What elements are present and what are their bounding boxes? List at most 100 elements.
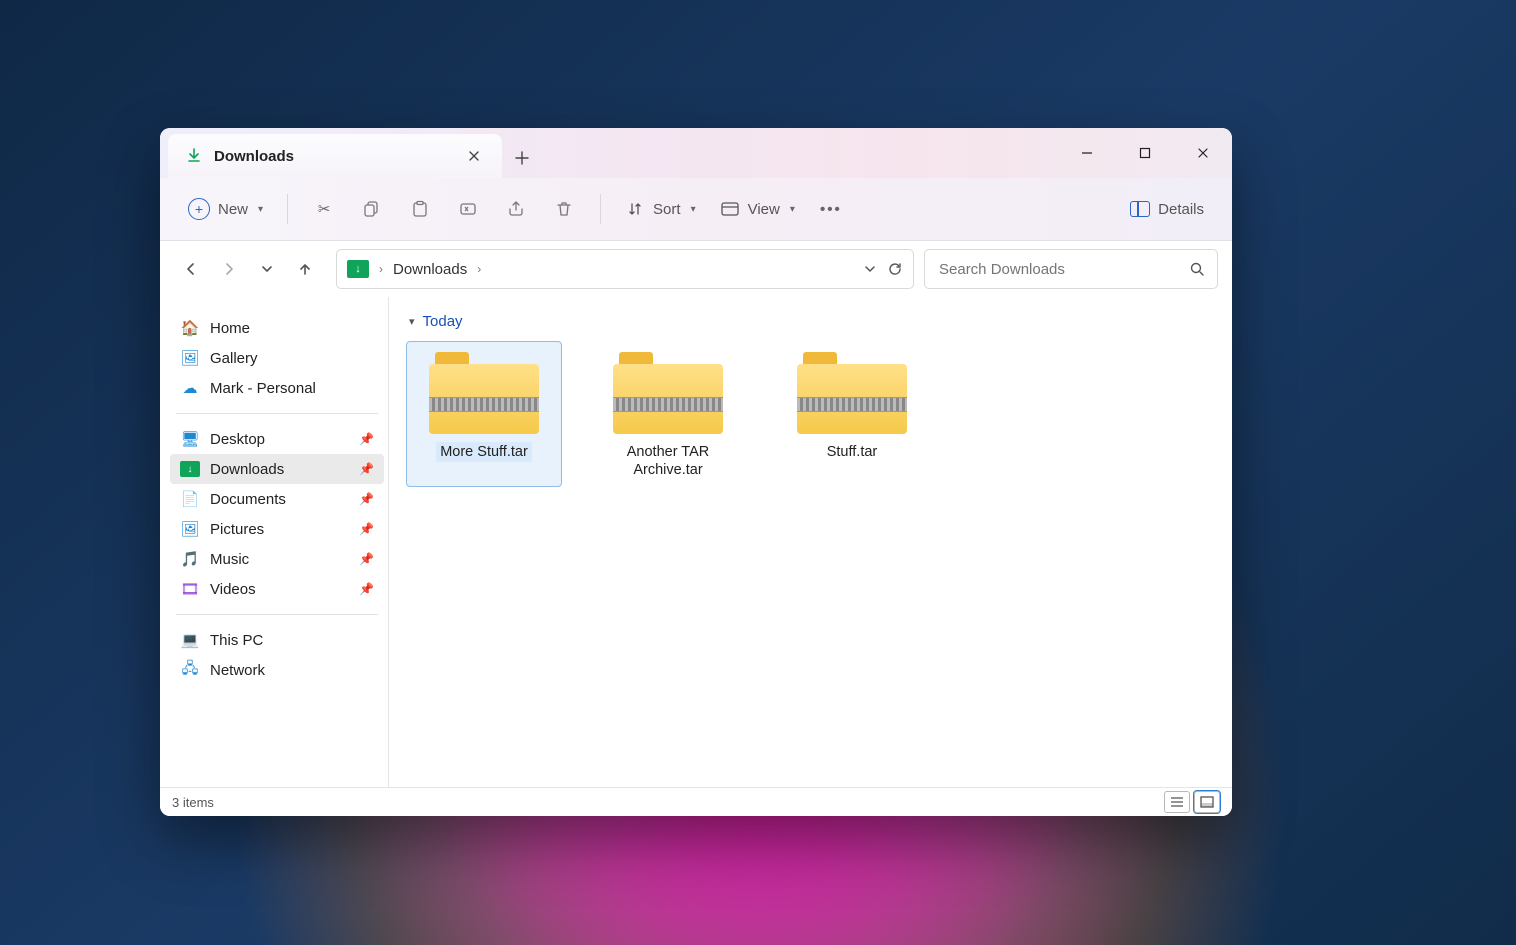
sort-button[interactable]: Sort ▾: [615, 193, 706, 225]
up-button[interactable]: [288, 252, 322, 286]
tab-close-button[interactable]: [462, 144, 486, 168]
gallery-icon: 🖼: [180, 348, 200, 368]
sidebar-item-label: Documents: [210, 491, 286, 508]
file-name: Another TAR Archive.tar: [595, 442, 741, 480]
address-bar[interactable]: ↓ › Downloads ›: [336, 249, 914, 289]
scissors-icon: ✂: [314, 199, 334, 219]
copy-icon: [362, 199, 382, 219]
delete-button[interactable]: [542, 193, 586, 225]
chevron-down-icon: ▾: [691, 204, 696, 215]
sidebar-item-onedrive[interactable]: ☁ Mark - Personal: [170, 373, 384, 403]
view-icon: [720, 199, 740, 219]
view-button[interactable]: View ▾: [710, 193, 805, 225]
window-controls: [1058, 128, 1232, 178]
explorer-body: 🏠 Home 🖼 Gallery ☁ Mark - Personal 🖥 Des…: [160, 297, 1232, 787]
sidebar-item-label: Desktop: [210, 431, 265, 448]
pin-icon: 📌: [359, 432, 374, 446]
address-row: ↓ › Downloads ›: [160, 241, 1232, 297]
view-mode-toggle: [1164, 791, 1220, 813]
sidebar-item-label: Pictures: [210, 521, 264, 538]
cut-button[interactable]: ✂: [302, 193, 346, 225]
search-box[interactable]: [924, 249, 1218, 289]
sidebar-item-this-pc[interactable]: 💻 This PC: [170, 625, 384, 655]
sidebar-item-gallery[interactable]: 🖼 Gallery: [170, 343, 384, 373]
desktop-icon: 🖥: [180, 429, 200, 449]
sidebar-item-label: This PC: [210, 632, 263, 649]
titlebar: Downloads: [160, 128, 1232, 178]
content-area[interactable]: ▾ Today More Stuff.tar Another TAR Archi…: [389, 297, 1232, 787]
rename-icon: [458, 199, 478, 219]
sidebar-item-label: Network: [210, 662, 265, 679]
sidebar-item-label: Home: [210, 320, 250, 337]
back-button[interactable]: [174, 252, 208, 286]
new-tab-button[interactable]: [502, 138, 542, 178]
copy-button[interactable]: [350, 193, 394, 225]
file-item[interactable]: More Stuff.tar: [407, 342, 561, 486]
sidebar-item-label: Downloads: [210, 461, 284, 478]
search-input[interactable]: [937, 260, 1189, 279]
address-history-button[interactable]: [863, 262, 877, 276]
sidebar-item-label: Music: [210, 551, 249, 568]
downloads-folder-icon: ↓: [347, 260, 369, 278]
toolbar: + New ▾ ✂ Sort ▾ View ▾ ••• Details: [160, 178, 1232, 241]
pin-icon: 📌: [359, 582, 374, 596]
chevron-down-icon: ▾: [409, 315, 415, 328]
sidebar-item-desktop[interactable]: 🖥 Desktop 📌: [170, 424, 384, 454]
more-button[interactable]: •••: [809, 193, 853, 225]
breadcrumb-location[interactable]: Downloads: [393, 261, 467, 278]
sidebar-item-label: Gallery: [210, 350, 258, 367]
tab-title: Downloads: [214, 148, 294, 165]
sidebar-item-downloads[interactable]: ↓ Downloads 📌: [170, 454, 384, 484]
close-button[interactable]: [1174, 128, 1232, 178]
paste-button[interactable]: [398, 193, 442, 225]
chevron-down-icon: ▾: [258, 204, 263, 215]
forward-button[interactable]: [212, 252, 246, 286]
maximize-button[interactable]: [1116, 128, 1174, 178]
sidebar-item-documents[interactable]: 📄 Documents 📌: [170, 484, 384, 514]
view-label: View: [748, 201, 780, 218]
icons-view-button[interactable]: [1194, 791, 1220, 813]
share-button[interactable]: [494, 193, 538, 225]
sidebar-divider: [176, 614, 378, 615]
group-label: Today: [423, 313, 463, 330]
sidebar-item-music[interactable]: 🎵 Music 📌: [170, 544, 384, 574]
zip-archive-icon: [797, 350, 907, 434]
rename-button[interactable]: [446, 193, 490, 225]
pin-icon: 📌: [359, 492, 374, 506]
toolbar-separator: [287, 194, 288, 224]
file-name: More Stuff.tar: [436, 442, 532, 462]
download-icon: [186, 148, 202, 164]
documents-icon: 📄: [180, 489, 200, 509]
details-view-button[interactable]: [1164, 791, 1190, 813]
sort-icon: [625, 199, 645, 219]
refresh-button[interactable]: [887, 261, 903, 277]
file-item[interactable]: Another TAR Archive.tar: [591, 342, 745, 486]
search-icon: [1189, 261, 1205, 277]
file-item[interactable]: Stuff.tar: [775, 342, 929, 486]
sidebar-item-network[interactable]: 🖧 Network: [170, 655, 384, 685]
download-icon: ↓: [180, 459, 200, 479]
status-item-count: 3 items: [172, 795, 214, 810]
sidebar-item-label: Mark - Personal: [210, 380, 316, 397]
file-explorer-window: Downloads + New ▾ ✂ Sort: [160, 128, 1232, 816]
pin-icon: 📌: [359, 522, 374, 536]
new-button[interactable]: + New ▾: [178, 192, 273, 226]
home-icon: 🏠: [180, 318, 200, 338]
details-pane-button[interactable]: Details: [1120, 195, 1214, 224]
sidebar-divider: [176, 413, 378, 414]
pin-icon: 📌: [359, 462, 374, 476]
tab-downloads[interactable]: Downloads: [168, 134, 502, 178]
file-name: Stuff.tar: [823, 442, 882, 462]
breadcrumb-separator-icon: ›: [477, 262, 481, 276]
new-button-label: New: [218, 201, 248, 218]
chevron-down-icon: ▾: [790, 204, 795, 215]
sidebar-item-home[interactable]: 🏠 Home: [170, 313, 384, 343]
sidebar-item-pictures[interactable]: 🖼 Pictures 📌: [170, 514, 384, 544]
sort-label: Sort: [653, 201, 681, 218]
minimize-button[interactable]: [1058, 128, 1116, 178]
sidebar-item-videos[interactable]: 🎞 Videos 📌: [170, 574, 384, 604]
group-header-today[interactable]: ▾ Today: [409, 313, 1214, 330]
status-bar: 3 items: [160, 787, 1232, 816]
recent-locations-button[interactable]: [250, 252, 284, 286]
breadcrumb-separator-icon: ›: [379, 262, 383, 276]
